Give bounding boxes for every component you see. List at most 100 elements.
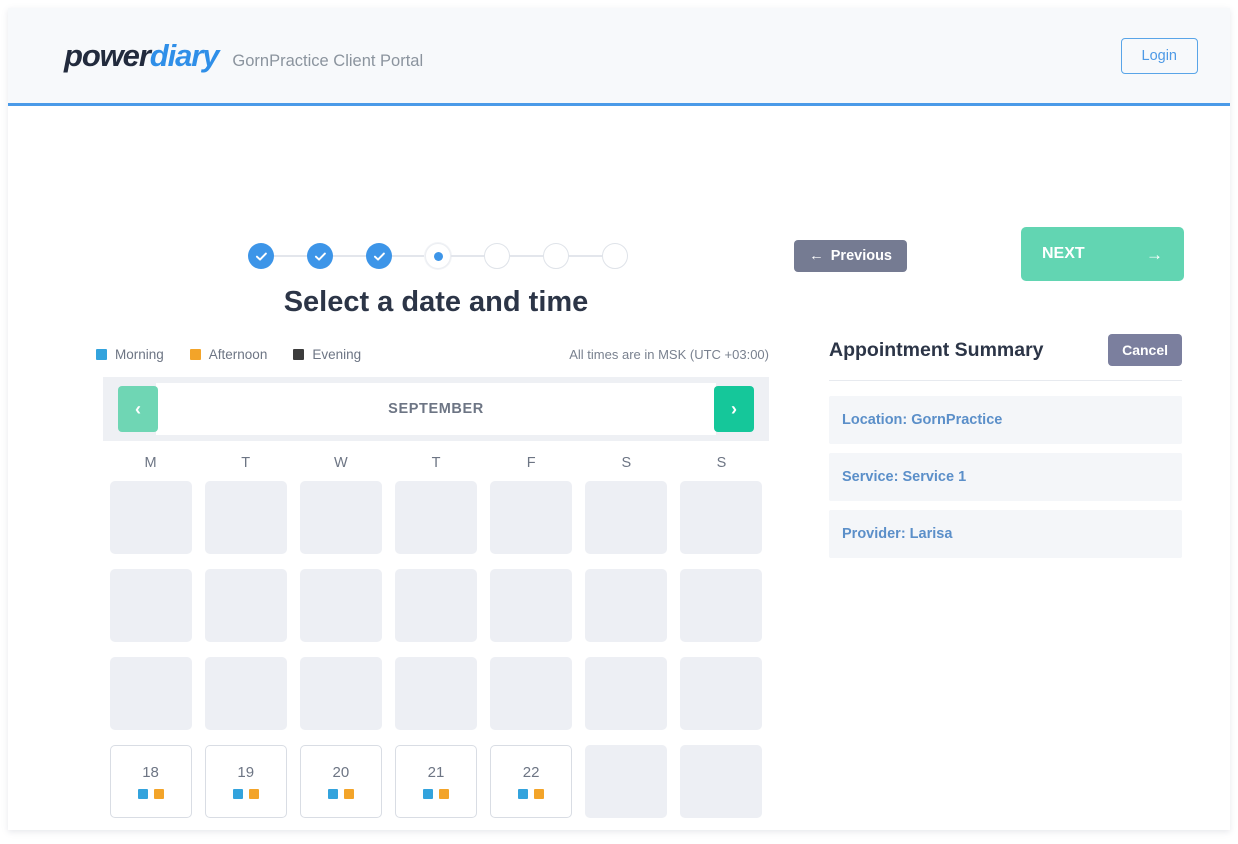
check-icon <box>314 250 327 263</box>
day-availability-dots <box>518 789 544 799</box>
summary-header: Appointment Summary Cancel <box>829 334 1182 381</box>
legend-label: Afternoon <box>209 347 268 362</box>
next-button-label: NEXT <box>1042 245 1085 263</box>
calendar-day-empty <box>300 569 382 642</box>
afternoon-availability-dot-icon <box>439 789 449 799</box>
day-number: 19 <box>237 764 254 781</box>
calendar-day-empty <box>205 657 287 730</box>
afternoon-availability-dot-icon <box>344 789 354 799</box>
brand-block: powerdiary GornPractice Client Portal <box>64 38 423 74</box>
site-header: powerdiary GornPractice Client Portal Lo… <box>8 8 1230 103</box>
check-icon <box>373 250 386 263</box>
morning-availability-dot-icon <box>328 789 338 799</box>
summary-row-0[interactable]: Location: GornPractice <box>829 396 1182 444</box>
calendar-day-empty <box>395 657 477 730</box>
content-area: Select a date and time ← Previous NEXT →… <box>8 106 1230 830</box>
day-availability-dots <box>233 789 259 799</box>
calendar-day-empty <box>585 481 667 554</box>
stepper-step-2-done[interactable] <box>307 243 333 269</box>
previous-button-label: Previous <box>831 248 892 264</box>
afternoon-availability-dot-icon <box>534 789 544 799</box>
weekday-header-5: S <box>579 455 674 471</box>
next-month-button[interactable]: › <box>714 386 754 432</box>
calendar-day-empty <box>490 481 572 554</box>
calendar-day-empty <box>395 481 477 554</box>
calendar-day-empty <box>585 745 667 818</box>
summary-row-1[interactable]: Service: Service 1 <box>829 453 1182 501</box>
weekday-header-1: T <box>198 455 293 471</box>
step-connector <box>274 255 307 257</box>
calendar-day-empty <box>680 745 762 818</box>
calendar-day-empty <box>110 481 192 554</box>
calendar-day-empty <box>395 569 477 642</box>
stepper-step-3-done[interactable] <box>366 243 392 269</box>
morning-availability-dot-icon <box>423 789 433 799</box>
calendar-day-empty <box>490 569 572 642</box>
summary-row-list: Location: GornPractice Service: Service 1… <box>829 396 1182 558</box>
calendar-day-22[interactable]: 22 <box>490 745 572 818</box>
afternoon-availability-dot-icon <box>154 789 164 799</box>
month-inner: ‹ SEPTEMBER › <box>156 383 716 435</box>
day-availability-dots <box>138 789 164 799</box>
morning-availability-dot-icon <box>518 789 528 799</box>
powerdiary-logo: powerdiary <box>64 38 218 74</box>
legend-label: Evening <box>312 347 361 362</box>
calendar-day-empty <box>585 569 667 642</box>
progress-stepper <box>248 243 628 269</box>
calendar-day-empty <box>300 481 382 554</box>
step-connector <box>451 255 484 257</box>
step-connector <box>569 255 602 257</box>
day-availability-dots <box>423 789 449 799</box>
stepper-step-1-done[interactable] <box>248 243 274 269</box>
calendar-day-18[interactable]: 18 <box>110 745 192 818</box>
client-portal-page: powerdiary GornPractice Client Portal Lo… <box>8 8 1230 830</box>
day-number: 22 <box>523 764 540 781</box>
month-navigation-bar: ‹ SEPTEMBER › <box>103 377 769 441</box>
step-connector <box>510 255 543 257</box>
time-of-day-legend: Morning Afternoon Evening All times are in … <box>96 347 769 362</box>
morning-availability-dot-icon <box>233 789 243 799</box>
weekday-header-row: MTWTFSS <box>103 455 769 471</box>
weekday-header-6: S <box>674 455 769 471</box>
stepper-step-5-todo[interactable] <box>484 243 510 269</box>
weekday-header-4: F <box>484 455 579 471</box>
stepper-step-4-active[interactable] <box>425 243 451 269</box>
calendar-day-empty <box>205 569 287 642</box>
step-connector <box>333 255 366 257</box>
current-month-label: SEPTEMBER <box>388 401 484 417</box>
summary-title: Appointment Summary <box>829 339 1044 362</box>
calendar-day-grid: 18192021222526272829 <box>103 481 769 830</box>
calendar-day-empty <box>300 657 382 730</box>
previous-button[interactable]: ← Previous <box>794 240 907 272</box>
active-step-dot <box>434 252 443 261</box>
weekday-header-3: T <box>388 455 483 471</box>
previous-month-button[interactable]: ‹ <box>118 386 158 432</box>
legend-swatch-icon <box>96 349 107 360</box>
check-icon <box>255 250 268 263</box>
calendar-day-20[interactable]: 20 <box>300 745 382 818</box>
summary-row-2[interactable]: Provider: Larisa <box>829 510 1182 558</box>
page-title: Select a date and time <box>8 286 864 319</box>
morning-availability-dot-icon <box>138 789 148 799</box>
stepper-step-6-todo[interactable] <box>543 243 569 269</box>
legend-item-morning: Morning <box>96 347 164 362</box>
weekday-header-2: W <box>293 455 388 471</box>
stepper-step-7-todo[interactable] <box>602 243 628 269</box>
logo-power-text: power <box>64 38 150 73</box>
day-number: 20 <box>333 764 350 781</box>
legend-item-afternoon: Afternoon <box>190 347 268 362</box>
arrow-right-icon: → <box>1146 246 1163 263</box>
calendar-day-19[interactable]: 19 <box>205 745 287 818</box>
calendar-day-empty <box>110 569 192 642</box>
timezone-note: All times are in MSK (UTC +03:00) <box>569 347 769 362</box>
weekday-header-0: M <box>103 455 198 471</box>
day-number: 18 <box>142 764 159 781</box>
next-button[interactable]: NEXT → <box>1021 227 1184 281</box>
cancel-button[interactable]: Cancel <box>1108 334 1182 366</box>
calendar-day-empty <box>490 657 572 730</box>
login-button[interactable]: Login <box>1121 38 1198 74</box>
afternoon-availability-dot-icon <box>249 789 259 799</box>
legend-swatch-icon <box>293 349 304 360</box>
calendar-day-21[interactable]: 21 <box>395 745 477 818</box>
calendar-day-empty <box>585 657 667 730</box>
